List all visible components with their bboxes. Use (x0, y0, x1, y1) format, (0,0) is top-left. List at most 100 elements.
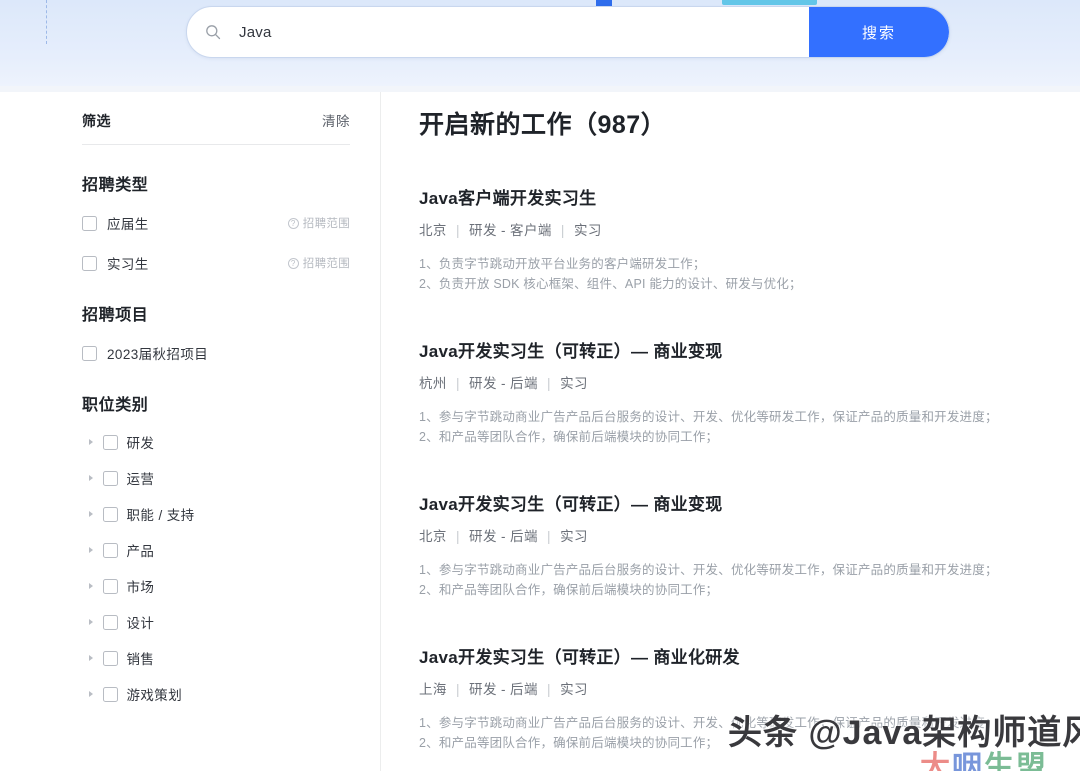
page-title: 开启新的工作（987） (419, 111, 667, 139)
checkbox[interactable] (102, 470, 118, 486)
job-title[interactable]: Java开发实习生（可转正）— 商业化研发 (419, 643, 1059, 668)
job-desc-line: 1、参与字节跳动商业广告产品后台服务的设计、开发、优化等研发工作，保证产品的质量… (419, 410, 998, 424)
job-desc-line: 2、和产品等团队合作，确保前后端模块的协同工作； (419, 430, 719, 444)
job-title[interactable]: Java客户端开发实习生 (419, 184, 1059, 209)
group-title: 招聘类型 (82, 177, 149, 194)
option-label: 2023届秋招项目 (107, 347, 209, 362)
job-meta: 北京 | 研发 - 客户端 | 实习 (419, 219, 1059, 239)
job-type: 实习 (560, 682, 588, 697)
category-label: 运营 (126, 472, 155, 487)
category-item-sales[interactable]: 销售 (82, 647, 350, 669)
job-title[interactable]: Java开发实习生（可转正）— 商业变现 (419, 490, 1059, 515)
chevron-right-icon[interactable] (89, 655, 94, 661)
chevron-right-icon[interactable] (89, 475, 94, 481)
checkbox[interactable] (102, 542, 118, 558)
job-department: 研发 - 后端 (469, 682, 538, 697)
meta-separator: | (455, 223, 460, 238)
checkbox[interactable] (102, 650, 118, 666)
category-item-product[interactable]: 产品 (82, 539, 350, 561)
meta-separator: | (455, 682, 460, 697)
filter-header-divider (82, 144, 350, 145)
filter-sidebar: 筛选 清除 招聘类型 应届生 ? 招聘范围 实习生 ? 招聘范围 招聘项目 20… (82, 110, 350, 719)
job-desc-line: 2、负责开放 SDK 核心框架、组件、API 能力的设计、研发与优化； (419, 277, 802, 291)
results-panel: 开启新的工作（987） Java客户端开发实习生 北京 | 研发 - 客户端 |… (419, 92, 1059, 753)
job-list-item[interactable]: Java客户端开发实习生 北京 | 研发 - 客户端 | 实习 1、负责字节跳动… (419, 184, 1059, 294)
search-button[interactable]: 搜索 (809, 7, 949, 57)
checkbox[interactable] (102, 614, 118, 630)
chevron-right-icon[interactable] (89, 619, 94, 625)
chevron-right-icon[interactable] (89, 511, 94, 517)
hero-dashed-guide (46, 0, 47, 44)
filter-option-fresh-graduate[interactable]: 应届生 ? 招聘范围 (82, 211, 350, 235)
filter-option-intern[interactable]: 实习生 ? 招聘范围 (82, 251, 350, 275)
recruit-scope-hint[interactable]: ? 招聘范围 (287, 255, 350, 271)
question-circle-icon: ? (287, 217, 299, 229)
checkbox[interactable] (102, 506, 118, 522)
job-location: 上海 (419, 682, 447, 697)
group-title: 招聘项目 (82, 307, 149, 324)
category-label: 职能 / 支持 (126, 508, 195, 523)
category-item-game-design[interactable]: 游戏策划 (82, 683, 350, 705)
category-label: 设计 (126, 616, 155, 631)
page-root: Java 搜索 筛选 清除 招聘类型 应届生 ? 招聘范围 实习生 ? 招聘范围… (0, 0, 1080, 771)
content-area: 筛选 清除 招聘类型 应届生 ? 招聘范围 实习生 ? 招聘范围 招聘项目 20… (0, 92, 1080, 771)
job-description: 1、参与字节跳动商业广告产品后台服务的设计、开发、优化等研发工作，保证产品的质量… (419, 407, 1059, 447)
category-item-function-support[interactable]: 职能 / 支持 (82, 503, 350, 525)
search-bar[interactable]: Java 搜索 (186, 6, 950, 58)
meta-separator: | (560, 223, 565, 238)
job-description: 1、负责字节跳动开放平台业务的客户端研发工作； 2、负责开放 SDK 核心框架、… (419, 254, 1059, 294)
category-label: 市场 (126, 580, 155, 595)
filter-option-2023-autumn[interactable]: 2023届秋招项目 (82, 341, 350, 365)
job-desc-line: 1、参与字节跳动商业广告产品后台服务的设计、开发、优化等研发工作，保证产品的质量… (419, 716, 998, 730)
job-title[interactable]: Java开发实习生（可转正）— 商业变现 (419, 337, 1059, 362)
option-label: 实习生 (107, 257, 149, 272)
chevron-right-icon[interactable] (89, 547, 94, 553)
job-department: 研发 - 客户端 (469, 223, 552, 238)
filter-group-recruit-type: 招聘类型 应届生 ? 招聘范围 实习生 ? 招聘范围 (82, 171, 350, 275)
search-input[interactable]: Java (239, 24, 809, 41)
job-type: 实习 (573, 223, 602, 238)
category-item-marketing[interactable]: 市场 (82, 575, 350, 597)
job-meta: 杭州 | 研发 - 后端 | 实习 (419, 372, 1059, 392)
category-label: 销售 (126, 652, 155, 667)
filter-header: 筛选 清除 (82, 110, 350, 144)
hero-accent-bar (722, 0, 817, 5)
category-item-operations[interactable]: 运营 (82, 467, 350, 489)
category-label: 产品 (126, 544, 155, 559)
job-desc-line: 1、参与字节跳动商业广告产品后台服务的设计、开发、优化等研发工作，保证产品的质量… (419, 563, 998, 577)
recruit-scope-hint[interactable]: ? 招聘范围 (287, 215, 350, 231)
filter-group-job-category: 职位类别 研发 运营 职能 / 支持 产品 市场 设计 销售 游戏策划 (82, 391, 350, 705)
checkbox[interactable] (82, 255, 97, 271)
job-desc-line: 1、负责字节跳动开放平台业务的客户端研发工作； (419, 257, 706, 271)
meta-separator: | (547, 376, 551, 391)
job-location: 杭州 (419, 376, 447, 391)
category-item-design[interactable]: 设计 (82, 611, 350, 633)
job-list-item[interactable]: Java开发实习生（可转正）— 商业变现 杭州 | 研发 - 后端 | 实习 1… (419, 337, 1059, 447)
chevron-right-icon[interactable] (89, 583, 94, 589)
job-department: 研发 - 后端 (469, 376, 538, 391)
checkbox[interactable] (102, 578, 118, 594)
chevron-right-icon[interactable] (89, 439, 94, 445)
hint-label: 招聘范围 (302, 218, 350, 230)
filter-group-recruit-program: 招聘项目 2023届秋招项目 (82, 301, 350, 365)
checkbox[interactable] (102, 434, 118, 450)
chevron-right-icon[interactable] (89, 691, 94, 697)
group-title: 职位类别 (82, 397, 149, 414)
meta-separator: | (455, 376, 460, 391)
checkbox[interactable] (82, 215, 97, 231)
job-location: 北京 (419, 223, 447, 238)
checkbox[interactable] (82, 345, 97, 361)
filter-title: 筛选 (82, 113, 111, 129)
job-list-item[interactable]: Java开发实习生（可转正）— 商业化研发 上海 | 研发 - 后端 | 实习 … (419, 643, 1059, 753)
category-item-rd[interactable]: 研发 (82, 431, 350, 453)
job-meta: 上海 | 研发 - 后端 | 实习 (419, 678, 1059, 698)
checkbox[interactable] (102, 686, 118, 702)
job-description: 1、参与字节跳动商业广告产品后台服务的设计、开发、优化等研发工作，保证产品的质量… (419, 560, 1059, 600)
question-circle-icon: ? (287, 257, 299, 269)
meta-separator: | (455, 529, 460, 544)
job-department: 研发 - 后端 (469, 529, 538, 544)
job-list-item[interactable]: Java开发实习生（可转正）— 商业变现 北京 | 研发 - 后端 | 实习 1… (419, 490, 1059, 600)
category-label: 游戏策划 (126, 688, 183, 703)
job-location: 北京 (419, 529, 447, 544)
clear-filters-button[interactable]: 清除 (322, 110, 350, 130)
